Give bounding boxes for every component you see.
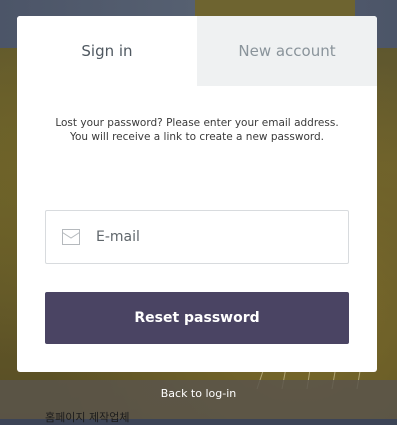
email-input[interactable] xyxy=(94,228,338,246)
tab-sign-in[interactable]: Sign in xyxy=(17,16,197,86)
back-to-login-link[interactable]: Back to log-in xyxy=(0,387,397,400)
tab-new-account[interactable]: New account xyxy=(197,16,377,86)
password-reset-modal: Sign in New account Lost your password? … xyxy=(17,16,377,372)
email-field[interactable] xyxy=(45,210,349,264)
instructions-line-2: You will receive a link to create a new … xyxy=(69,131,325,143)
partial-footer-text: 홈페이지 제작업체 xyxy=(45,411,130,424)
instructions-text: Lost your password? Please enter your em… xyxy=(17,116,377,144)
reset-password-button[interactable]: Reset password xyxy=(45,292,349,344)
envelope-icon xyxy=(62,229,80,245)
instructions-line-1: Lost your password? Please enter your em… xyxy=(55,117,339,129)
auth-tabs: Sign in New account xyxy=(17,16,377,86)
